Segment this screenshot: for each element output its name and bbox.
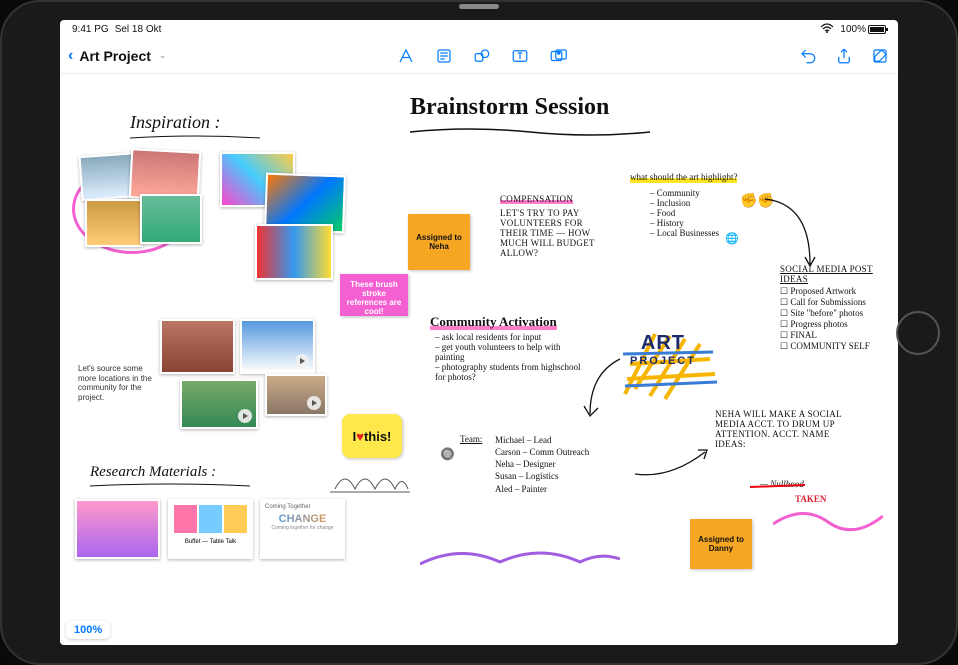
status-time: 9:41 PG — [72, 24, 109, 35]
pink-scribble — [773, 504, 883, 534]
research-thumbnail[interactable] — [75, 499, 160, 559]
list-item: photography students from highschool for… — [435, 362, 585, 382]
chevron-down-icon[interactable]: ⌄ — [159, 50, 167, 61]
sticky-note-neha[interactable]: Assigned to Neha — [408, 214, 470, 270]
list-item: Aled – Painter — [495, 483, 589, 495]
change-sub: Coming together for change — [262, 525, 343, 531]
list-item: Food — [650, 208, 719, 218]
inspiration-heading: Inspiration : — [130, 112, 221, 133]
arrow-icon — [760, 194, 820, 274]
art-logo-line2: PROJECT — [630, 355, 696, 367]
sticky-note-danny[interactable]: Assigned to Danny — [690, 519, 752, 569]
canvas-main-title: Brainstorm Session — [410, 94, 609, 121]
screen: 9:41 PG Sel 18 Okt 100% ‹ Art Project ⌄ — [60, 20, 898, 645]
share-icon[interactable] — [834, 47, 854, 65]
play-icon[interactable] — [295, 354, 309, 368]
photo-thumbnail[interactable] — [180, 379, 258, 429]
research-heading: Research Materials : — [90, 464, 216, 481]
battery-pct: 100% — [840, 24, 866, 35]
heart-icon: ♥ — [356, 429, 364, 444]
doodle — [330, 459, 410, 499]
globe-emoji: 🌐 — [725, 232, 739, 245]
team-list: Michael – Lead Carson – Comm Outreach Ne… — [495, 434, 589, 495]
list-item: Neha – Designer — [495, 458, 589, 470]
social-list: Proposed Artwork Call for Submissions Si… — [780, 286, 870, 352]
compensation-body: LET'S TRY TO PAY VOLUNTEERS FOR THEIR TI… — [500, 208, 610, 258]
status-date: Sel 18 Okt — [115, 24, 162, 35]
zoom-indicator[interactable]: 100% — [66, 621, 110, 639]
photo-thumbnail[interactable] — [240, 319, 315, 374]
list-item: Carson – Comm Outreach — [495, 446, 589, 458]
activation-list: ask local residents for input get youth … — [435, 332, 585, 382]
activation-heading: Community Activation — [430, 314, 557, 330]
purple-scribble — [420, 544, 620, 574]
arrow-icon — [630, 444, 710, 484]
list-item: Inclusion — [650, 198, 719, 208]
pen-tool-icon[interactable] — [396, 47, 416, 65]
text-tool-icon[interactable] — [510, 47, 530, 65]
list-item: FINAL — [780, 330, 870, 341]
research-card-caption: Buffet — Table Talk — [170, 539, 251, 545]
art-project-logo: ART PROJECT — [630, 332, 696, 367]
power-emoji: 🔘 — [440, 447, 455, 461]
compensation-heading: COMPENSATION — [500, 194, 573, 204]
back-button[interactable]: ‹ — [68, 47, 73, 65]
list-item: Progress photos — [780, 319, 870, 330]
sticky-note-brush[interactable]: These brush stroke references are cool! — [340, 274, 408, 316]
research-thumbnail[interactable]: Coming Together CHANGE Coming together f… — [260, 499, 345, 559]
photo-thumbnail[interactable] — [160, 319, 235, 374]
list-item: Local Businesses — [650, 228, 719, 238]
sticky-note-tool-icon[interactable] — [434, 47, 454, 65]
wifi-icon — [820, 23, 834, 36]
love-suffix: this! — [364, 429, 391, 444]
play-icon[interactable] — [307, 396, 321, 410]
highlight-list: Community Inclusion Food History Local B… — [650, 188, 719, 238]
photo-thumbnail[interactable] — [140, 194, 202, 244]
art-logo-line1: ART — [630, 332, 696, 355]
strike — [750, 482, 805, 492]
battery-icon — [868, 25, 886, 34]
highlight-question: what should the art highlight? — [630, 172, 737, 183]
list-item: Michael – Lead — [495, 434, 589, 446]
battery-indicator: 100% — [840, 24, 886, 35]
compose-icon[interactable] — [870, 47, 890, 65]
shapes-tool-icon[interactable] — [472, 47, 492, 65]
undo-icon[interactable] — [798, 47, 818, 65]
arrow-icon — [580, 354, 630, 424]
list-item: get youth volunteers to help with painti… — [435, 342, 585, 362]
board-title[interactable]: Art Project — [79, 48, 151, 64]
source-note: Let's source some more locations in the … — [78, 364, 158, 402]
play-icon[interactable] — [238, 409, 252, 423]
photo-thumbnail[interactable] — [85, 199, 143, 247]
team-heading: Team: — [460, 434, 482, 445]
coming-together-label: Coming Together — [262, 501, 343, 513]
list-item: COMMUNITY SELF — [780, 341, 870, 352]
list-item: Site "before" photos — [780, 308, 870, 319]
photo-thumbnail[interactable] — [265, 374, 327, 416]
list-item: Call for Submissions — [780, 297, 870, 308]
photo-thumbnail[interactable] — [255, 224, 333, 280]
freeform-canvas[interactable]: Brainstorm Session Inspiration : These b… — [60, 74, 898, 645]
app-toolbar: ‹ Art Project ⌄ — [60, 38, 898, 74]
status-bar: 9:41 PG Sel 18 Okt 100% — [60, 20, 898, 38]
change-title: CHANGE — [262, 513, 343, 525]
list-item: Community — [650, 188, 719, 198]
neha-note: NEHA WILL MAKE A SOCIAL MEDIA ACCT. TO D… — [715, 409, 845, 449]
camera-pill — [459, 4, 499, 9]
list-item: History — [650, 218, 719, 228]
list-item: Susan – Logistics — [495, 470, 589, 482]
social-heading: SOCIAL MEDIA POST IDEAS — [780, 264, 898, 284]
ipad-frame: 9:41 PG Sel 18 Okt 100% ‹ Art Project ⌄ — [0, 0, 958, 665]
list-item: Proposed Artwork — [780, 286, 870, 297]
media-tool-icon[interactable] — [548, 47, 568, 65]
list-item: ask local residents for input — [435, 332, 585, 342]
research-thumbnail[interactable]: Buffet — Table Talk — [168, 499, 253, 559]
sticky-note-love[interactable]: I ♥ this! — [342, 414, 402, 458]
